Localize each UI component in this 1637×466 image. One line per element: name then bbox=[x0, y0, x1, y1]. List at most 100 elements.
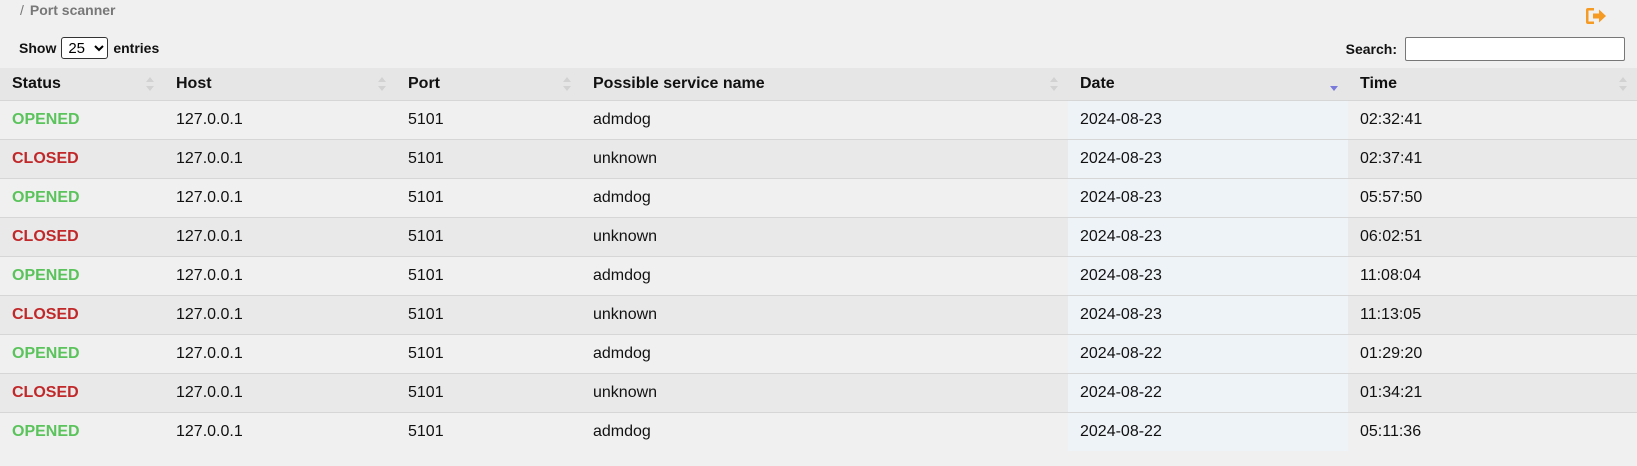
service-cell: unknown bbox=[581, 373, 1068, 413]
date-cell: 2024-08-22 bbox=[1068, 373, 1348, 413]
status-text: OPENED bbox=[12, 423, 80, 440]
host-cell: 127.0.0.1 bbox=[164, 295, 396, 335]
table-row: OPENED 127.0.0.1 5101 admdog 2024-08-23 … bbox=[0, 100, 1637, 140]
status-text: OPENED bbox=[12, 345, 80, 362]
port-cell: 5101 bbox=[396, 178, 581, 218]
port-cell: 5101 bbox=[396, 295, 581, 335]
service-cell: admdog bbox=[581, 256, 1068, 296]
time-cell: 05:57:50 bbox=[1348, 178, 1637, 218]
column-header-label: Time bbox=[1360, 75, 1398, 92]
service-cell: admdog bbox=[581, 334, 1068, 374]
sort-both-icon bbox=[1050, 77, 1058, 91]
column-header-time[interactable]: Time bbox=[1348, 68, 1637, 101]
column-header-label: Host bbox=[176, 75, 212, 92]
status-text: CLOSED bbox=[12, 228, 79, 245]
column-header-service[interactable]: Possible service name bbox=[581, 68, 1068, 101]
date-cell: 2024-08-22 bbox=[1068, 334, 1348, 374]
search-label: Search: bbox=[1345, 41, 1397, 57]
port-cell: 5101 bbox=[396, 139, 581, 179]
column-header-status[interactable]: Status bbox=[0, 68, 164, 101]
date-cell: 2024-08-23 bbox=[1068, 256, 1348, 296]
host-cell: 127.0.0.1 bbox=[164, 334, 396, 374]
status-text: CLOSED bbox=[12, 306, 79, 323]
service-cell: admdog bbox=[581, 178, 1068, 218]
port-scanner-page: / Port scanner Show 25 entries Search: S… bbox=[0, 0, 1637, 466]
port-cell: 5101 bbox=[396, 334, 581, 374]
port-cell: 5101 bbox=[396, 256, 581, 296]
date-cell: 2024-08-22 bbox=[1068, 412, 1348, 451]
host-cell: 127.0.0.1 bbox=[164, 412, 396, 451]
time-cell: 02:32:41 bbox=[1348, 100, 1637, 140]
host-cell: 127.0.0.1 bbox=[164, 178, 396, 218]
column-header-host[interactable]: Host bbox=[164, 68, 396, 101]
search-control: Search: bbox=[1346, 37, 1625, 61]
date-cell: 2024-08-23 bbox=[1068, 217, 1348, 257]
status-cell: OPENED bbox=[0, 334, 164, 374]
sort-both-icon bbox=[563, 77, 571, 91]
date-cell: 2024-08-23 bbox=[1068, 178, 1348, 218]
status-cell: CLOSED bbox=[0, 139, 164, 179]
status-text: OPENED bbox=[12, 111, 80, 128]
sort-both-icon bbox=[1619, 77, 1627, 91]
date-cell: 2024-08-23 bbox=[1068, 139, 1348, 179]
status-text: OPENED bbox=[12, 189, 80, 206]
status-cell: OPENED bbox=[0, 178, 164, 218]
column-header-label: Possible service name bbox=[593, 75, 765, 92]
time-cell: 06:02:51 bbox=[1348, 217, 1637, 257]
service-cell: unknown bbox=[581, 139, 1068, 179]
breadcrumb-separator: / bbox=[20, 2, 24, 18]
time-cell: 01:29:20 bbox=[1348, 334, 1637, 374]
breadcrumb-current: Port scanner bbox=[29, 2, 116, 18]
search-input[interactable] bbox=[1405, 37, 1625, 61]
sort-both-icon bbox=[146, 77, 154, 91]
port-cell: 5101 bbox=[396, 217, 581, 257]
status-text: CLOSED bbox=[12, 384, 79, 401]
status-text: OPENED bbox=[12, 267, 80, 284]
host-cell: 127.0.0.1 bbox=[164, 100, 396, 140]
host-cell: 127.0.0.1 bbox=[164, 373, 396, 413]
table-row: CLOSED 127.0.0.1 5101 unknown 2024-08-22… bbox=[0, 373, 1637, 413]
sort-both-icon bbox=[378, 77, 386, 91]
table-header-row: Status Host Port Possible service name D… bbox=[0, 68, 1637, 101]
column-header-date[interactable]: Date bbox=[1068, 68, 1348, 101]
host-cell: 127.0.0.1 bbox=[164, 256, 396, 296]
page-length-select[interactable]: 25 bbox=[61, 37, 109, 59]
host-cell: 127.0.0.1 bbox=[164, 217, 396, 257]
table-row: CLOSED 127.0.0.1 5101 unknown 2024-08-23… bbox=[0, 295, 1637, 335]
column-header-port[interactable]: Port bbox=[396, 68, 581, 101]
page-length-control: Show 25 entries bbox=[19, 37, 159, 59]
table-row: CLOSED 127.0.0.1 5101 unknown 2024-08-23… bbox=[0, 217, 1637, 257]
service-cell: unknown bbox=[581, 217, 1068, 257]
status-cell: OPENED bbox=[0, 100, 164, 140]
time-cell: 05:11:36 bbox=[1348, 412, 1637, 451]
status-cell: OPENED bbox=[0, 256, 164, 296]
column-header-label: Status bbox=[12, 75, 61, 92]
port-cell: 5101 bbox=[396, 373, 581, 413]
sort-descending-icon bbox=[1330, 86, 1338, 91]
status-text: CLOSED bbox=[12, 150, 79, 167]
table-row: OPENED 127.0.0.1 5101 admdog 2024-08-23 … bbox=[0, 256, 1637, 296]
status-cell: OPENED bbox=[0, 412, 164, 451]
show-label: Show bbox=[19, 40, 57, 56]
table-row: OPENED 127.0.0.1 5101 admdog 2024-08-23 … bbox=[0, 178, 1637, 218]
status-cell: CLOSED bbox=[0, 373, 164, 413]
sign-out-icon[interactable] bbox=[1585, 6, 1609, 26]
table-row: OPENED 127.0.0.1 5101 admdog 2024-08-22 … bbox=[0, 412, 1637, 451]
service-cell: unknown bbox=[581, 295, 1068, 335]
time-cell: 11:13:05 bbox=[1348, 295, 1637, 335]
port-cell: 5101 bbox=[396, 412, 581, 451]
service-cell: admdog bbox=[581, 100, 1068, 140]
time-cell: 11:08:04 bbox=[1348, 256, 1637, 296]
port-cell: 5101 bbox=[396, 100, 581, 140]
column-header-label: Port bbox=[408, 75, 440, 92]
column-header-label: Date bbox=[1080, 75, 1115, 92]
port-scan-table: Status Host Port Possible service name D… bbox=[0, 68, 1637, 451]
table-row: OPENED 127.0.0.1 5101 admdog 2024-08-22 … bbox=[0, 334, 1637, 374]
date-cell: 2024-08-23 bbox=[1068, 295, 1348, 335]
table-body: OPENED 127.0.0.1 5101 admdog 2024-08-23 … bbox=[0, 100, 1637, 451]
date-cell: 2024-08-23 bbox=[1068, 100, 1348, 140]
entries-label: entries bbox=[113, 40, 160, 56]
status-cell: CLOSED bbox=[0, 295, 164, 335]
breadcrumb: / Port scanner bbox=[20, 2, 115, 18]
time-cell: 01:34:21 bbox=[1348, 373, 1637, 413]
